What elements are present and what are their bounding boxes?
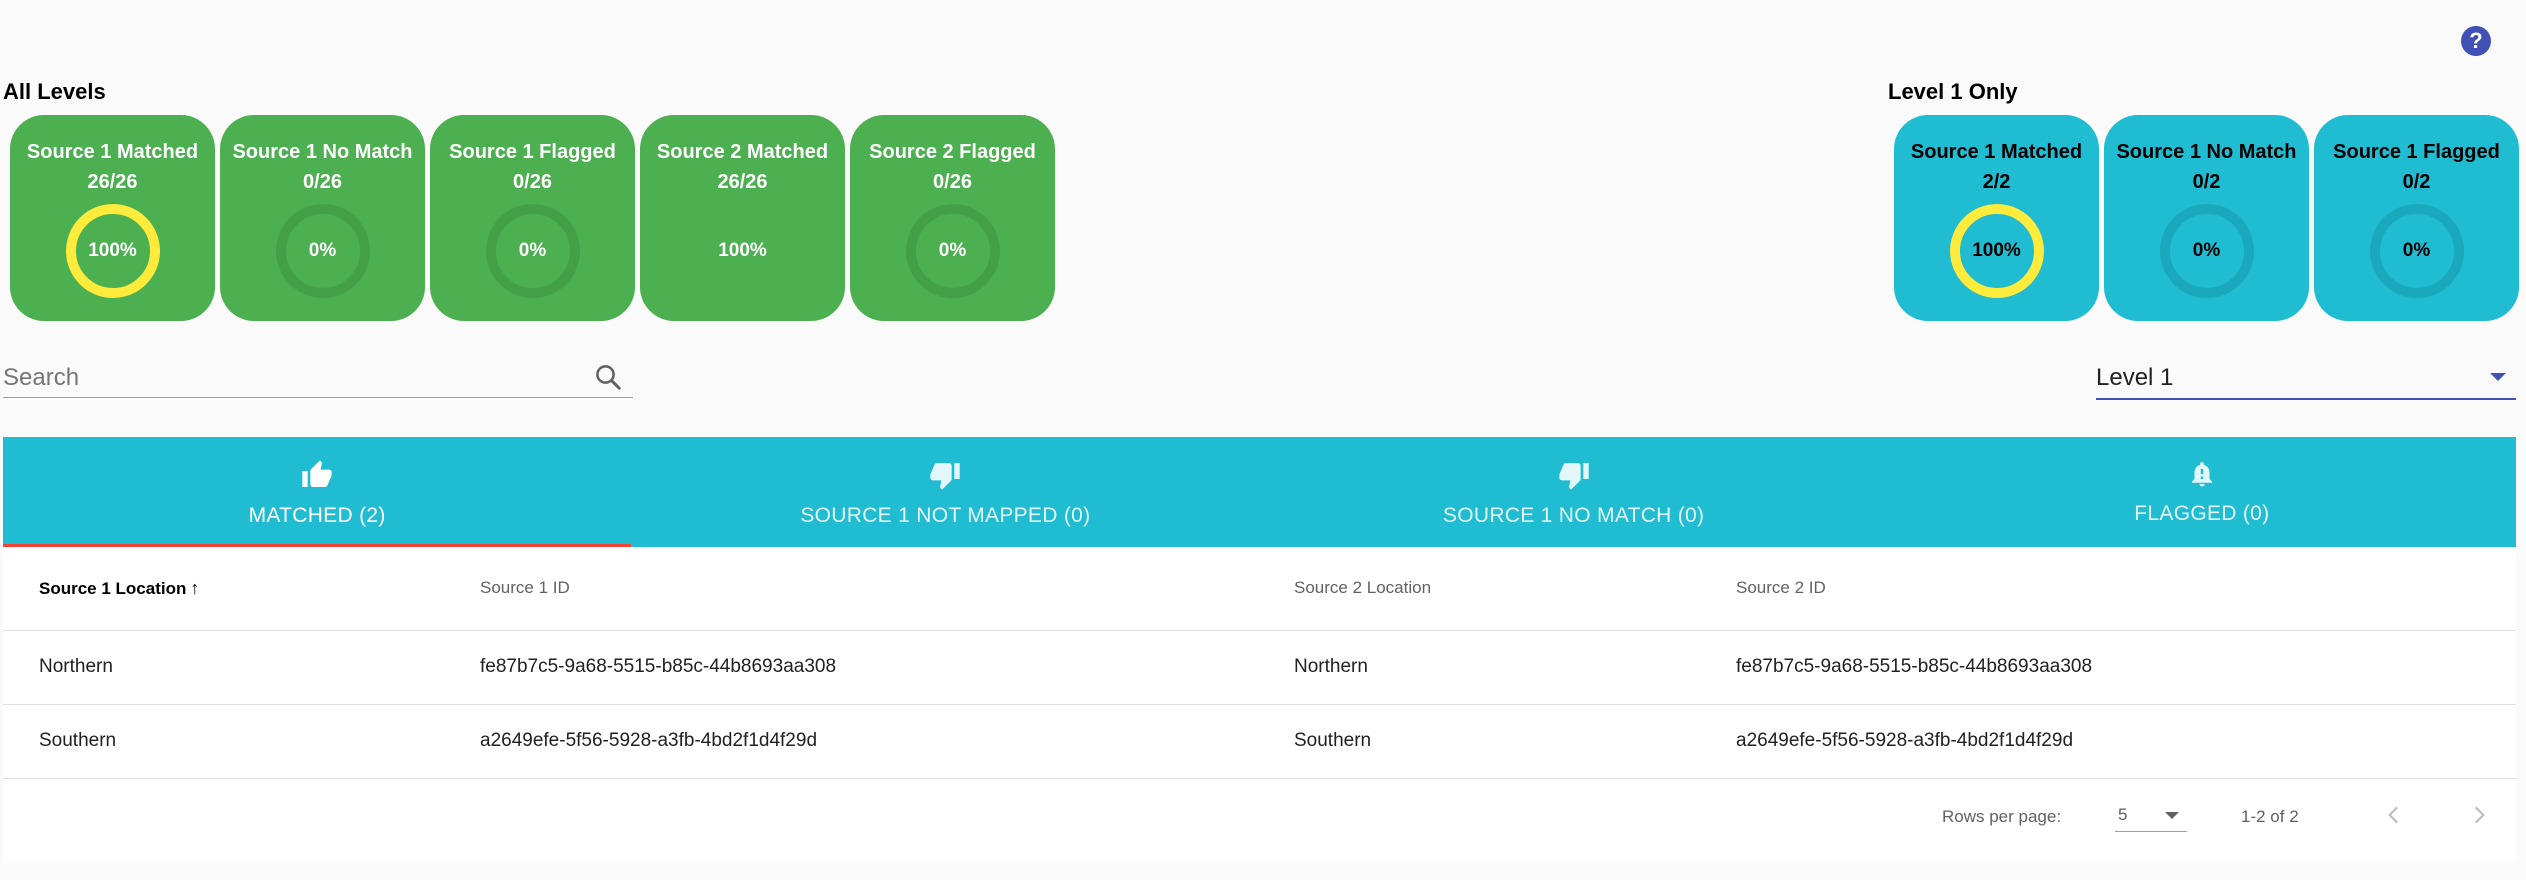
search-field xyxy=(3,356,633,398)
summary-card[interactable]: Source 1 No Match 0/26 0% xyxy=(220,115,425,321)
search-icon[interactable] xyxy=(593,362,623,397)
card-title: Source 1 Matched xyxy=(1910,141,2083,163)
cell-source1-location: Northern xyxy=(3,629,444,704)
progress-ring: 0% xyxy=(2155,199,2259,303)
card-title: Source 2 Matched xyxy=(656,141,829,163)
card-percent: 0% xyxy=(2402,240,2431,261)
cell-source2-location: Northern xyxy=(1258,629,1700,704)
progress-ring: 100% xyxy=(691,199,795,303)
cell-source2-location: Southern xyxy=(1258,703,1700,779)
level1-only-title: Level 1 Only xyxy=(1888,79,2018,104)
column-header-source1-location[interactable]: Source 1 Location ↑ xyxy=(3,547,444,630)
progress-ring: 0% xyxy=(2365,199,2469,303)
card-title: Source 2 Flagged xyxy=(869,141,1036,163)
search-input[interactable] xyxy=(3,356,573,396)
tab-source1-no-match[interactable]: SOURCE 1 NO MATCH (0) xyxy=(1260,437,1888,547)
card-count: 0/26 xyxy=(513,171,552,193)
card-percent: 100% xyxy=(718,240,767,261)
summary-card[interactable]: Source 1 Flagged 0/26 0% xyxy=(430,115,635,321)
tab-flagged[interactable]: FLAGGED (0) xyxy=(1888,437,2516,547)
cell-source1-id: fe87b7c5-9a68-5515-b85c-44b8693aa308 xyxy=(444,629,1258,704)
table-header-row: Source 1 Location ↑ Source 1 ID Source 2 … xyxy=(3,547,2516,630)
thumb-down-icon xyxy=(1557,459,1591,496)
card-count: 0/2 xyxy=(2402,171,2431,193)
dropdown-arrow-icon xyxy=(2165,812,2179,819)
card-title: Source 1 Matched xyxy=(26,141,199,163)
card-percent: 0% xyxy=(938,240,967,261)
tab-matched[interactable]: MATCHED (2) xyxy=(3,437,632,547)
rows-per-page-select[interactable]: 5 xyxy=(2115,800,2187,832)
result-tabs: MATCHED (2) SOURCE 1 NOT MAPPED (0) SOUR… xyxy=(3,437,2516,547)
cell-source2-id: a2649efe-5f56-5928-a3fb-4bd2f1d4f29d xyxy=(1700,703,2516,779)
tab-flagged-label: FLAGGED (0) xyxy=(2134,502,2270,525)
column-header-label: Source 1 Location xyxy=(39,578,187,598)
table-row[interactable]: Northern fe87b7c5-9a68-5515-b85c-44b8693… xyxy=(3,629,2516,704)
chevron-right-icon[interactable] xyxy=(2466,802,2492,833)
rows-per-page-value: 5 xyxy=(2118,805,2128,824)
column-header-source1-id[interactable]: Source 1 ID xyxy=(444,547,1258,630)
progress-ring: 0% xyxy=(901,199,1005,303)
progress-ring: 0% xyxy=(481,199,585,303)
sort-arrow-up-icon: ↑ xyxy=(190,577,200,598)
thumb-up-icon xyxy=(300,459,334,496)
summary-card[interactable]: Source 1 Matched 26/26 100% xyxy=(10,115,215,321)
level-select[interactable]: Level 1 xyxy=(2096,356,2516,400)
column-header-source2-id[interactable]: Source 2 ID xyxy=(1700,547,2516,630)
all-levels-title: All Levels xyxy=(3,79,106,104)
tab-source1-no-match-label: SOURCE 1 NO MATCH (0) xyxy=(1442,504,1705,527)
card-count: 2/2 xyxy=(1982,171,2011,193)
pagination-range: 1-2 of 2 xyxy=(2241,807,2299,826)
progress-ring: 0% xyxy=(271,199,375,303)
card-title: Source 1 No Match xyxy=(2116,141,2297,163)
help-icon[interactable]: ? xyxy=(2461,26,2491,56)
card-percent: 100% xyxy=(1972,240,2021,261)
progress-ring: 100% xyxy=(1945,199,2049,303)
cell-source2-id: fe87b7c5-9a68-5515-b85c-44b8693aa308 xyxy=(1700,629,2516,704)
summary-card[interactable]: Source 2 Flagged 0/26 0% xyxy=(850,115,1055,321)
card-title: Source 1 Flagged xyxy=(2333,141,2500,163)
card-title: Source 1 No Match xyxy=(232,141,413,163)
card-percent: 100% xyxy=(88,240,137,261)
card-count: 0/26 xyxy=(303,171,342,193)
card-percent: 0% xyxy=(518,240,547,261)
results-table: Source 1 Location ↑ Source 1 ID Source 2 … xyxy=(3,547,2516,862)
dropdown-arrow-icon xyxy=(2490,373,2506,381)
progress-ring: 100% xyxy=(61,199,165,303)
tab-source1-not-mapped-label: SOURCE 1 NOT MAPPED (0) xyxy=(800,504,1091,527)
card-count: 26/26 xyxy=(87,171,138,193)
rows-per-page-label: Rows per page: xyxy=(1942,807,2062,826)
chevron-left-icon[interactable] xyxy=(2381,802,2407,833)
tab-source1-not-mapped[interactable]: SOURCE 1 NOT MAPPED (0) xyxy=(631,437,1259,547)
summary-card[interactable]: Source 2 Matched 26/26 100% xyxy=(640,115,845,321)
summary-card[interactable]: Source 1 Matched 2/2 100% xyxy=(1894,115,2099,321)
column-header-source2-location[interactable]: Source 2 Location xyxy=(1258,547,1700,630)
card-count: 26/26 xyxy=(717,171,768,193)
card-percent: 0% xyxy=(308,240,337,261)
tab-matched-label: MATCHED (2) xyxy=(248,504,386,527)
summary-card[interactable]: Source 1 Flagged 0/2 0% xyxy=(2314,115,2519,321)
bell-alert-icon xyxy=(2187,459,2217,494)
cell-source1-id: a2649efe-5f56-5928-a3fb-4bd2f1d4f29d xyxy=(444,703,1258,779)
card-count: 0/26 xyxy=(933,171,972,193)
card-title: Source 1 Flagged xyxy=(449,141,616,163)
pagination: Rows per page: 5 1-2 of 2 xyxy=(3,786,2516,846)
card-percent: 0% xyxy=(2192,240,2221,261)
thumb-down-icon xyxy=(928,459,962,496)
summary-card[interactable]: Source 1 No Match 0/2 0% xyxy=(2104,115,2309,321)
level-select-value: Level 1 xyxy=(2096,364,2174,391)
card-count: 0/2 xyxy=(2192,171,2221,193)
all-levels-cards: Source 1 Matched 26/26 100% Source 1 No Mat… xyxy=(10,115,1055,321)
table-row[interactable]: Southern a2649efe-5f56-5928-a3fb-4bd2f1d… xyxy=(3,703,2516,779)
level1-only-cards: Source 1 Matched 2/2 100% Source 1 No Match… xyxy=(1894,115,2519,321)
cell-source1-location: Southern xyxy=(3,703,444,779)
